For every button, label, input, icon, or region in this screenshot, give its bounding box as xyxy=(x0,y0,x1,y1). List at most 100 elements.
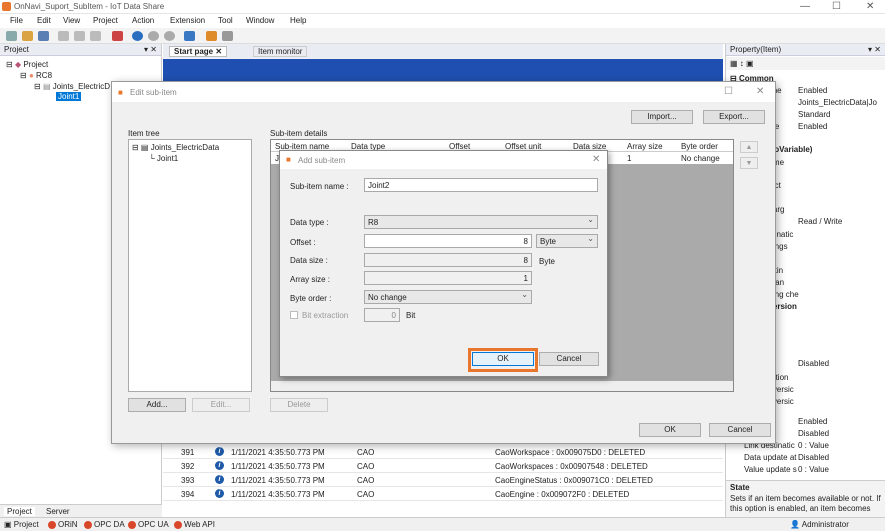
offset-label: Offset : xyxy=(290,238,316,247)
status-bar: ▣ Project ORiN OPC DA OPC UA Web API 👤 A… xyxy=(0,517,885,531)
status-opc-da[interactable]: OPC DA xyxy=(84,520,125,529)
byte-order-select[interactable]: No change xyxy=(364,290,532,304)
item-icon: ▤ xyxy=(42,82,51,91)
project-pane-header: Project ▾ ✕ xyxy=(0,44,161,56)
info-icon: i xyxy=(215,461,224,470)
tree-project[interactable]: ⊟ ◆ Project xyxy=(6,60,48,69)
menu-edit[interactable]: Edit xyxy=(37,16,51,25)
dialog-icon: ■ xyxy=(286,155,291,164)
menu-extension[interactable]: Extension xyxy=(170,16,205,25)
stop-icon[interactable] xyxy=(164,31,175,41)
maximize-icon[interactable]: ☐ xyxy=(724,86,733,97)
menu-tool[interactable]: Tool xyxy=(218,16,233,25)
close-icon[interactable]: ✕ xyxy=(866,1,874,12)
property-toolbar: ▦ ↕ ▣ xyxy=(726,57,885,70)
maximize-icon[interactable]: ☐ xyxy=(832,1,841,12)
tab-start-page[interactable]: Start page ✕ xyxy=(169,46,228,57)
tree-joint1[interactable]: Joint1 xyxy=(56,92,82,101)
move-up-button: ▲ xyxy=(740,141,758,153)
horizontal-scrollbar[interactable] xyxy=(271,381,733,391)
bit-extraction-checkbox xyxy=(290,311,298,319)
sort-icon[interactable]: ▦ ↕ ▣ xyxy=(730,59,754,68)
tab-item-monitor[interactable]: Item monitor xyxy=(253,46,308,57)
add-dialog-titlebar: ■ Add sub-item ✕ xyxy=(280,151,607,169)
item-tree: ⊟ ▤ Joints_ElectricData └ Joint1 xyxy=(128,139,252,392)
edit-cancel-button[interactable]: Cancel xyxy=(709,423,771,437)
tool-icon[interactable] xyxy=(206,31,217,41)
delete-button: Delete xyxy=(270,398,328,412)
tree-joints-electricdata[interactable]: ⊟ ▤ Joints_ElectricData xyxy=(132,143,219,152)
paste-icon[interactable] xyxy=(90,31,101,41)
offset-input[interactable]: 8 xyxy=(364,234,532,248)
info-icon: i xyxy=(215,447,224,456)
play-icon[interactable] xyxy=(132,31,143,41)
new-icon[interactable] xyxy=(6,31,17,41)
delete-icon[interactable] xyxy=(112,31,123,41)
doc-tabbar: Start page ✕ Item monitor xyxy=(163,44,723,58)
data-type-select[interactable]: R8 xyxy=(364,215,598,229)
data-size-label: Data size : xyxy=(290,256,328,265)
dialog-icon: ■ xyxy=(118,88,123,97)
open-icon[interactable] xyxy=(22,31,33,41)
menu-bar: File Edit View Project Action Extension … xyxy=(0,14,885,28)
title-bar: OnNavi_Suport_SubItem - IoT Data Share —… xyxy=(0,0,885,14)
monitor-icon[interactable] xyxy=(184,31,195,41)
save-icon[interactable] xyxy=(38,31,49,41)
status-web-api[interactable]: Web API xyxy=(174,520,215,529)
bit-unit: Bit xyxy=(406,311,416,320)
add-ok-button[interactable]: OK xyxy=(472,352,534,366)
status-opc-ua[interactable]: OPC UA xyxy=(128,520,169,529)
details-label: Sub-item details xyxy=(270,129,328,138)
cut-icon[interactable] xyxy=(58,31,69,41)
menu-help[interactable]: Help xyxy=(290,16,306,25)
copy-icon[interactable] xyxy=(74,31,85,41)
menu-view[interactable]: View xyxy=(63,16,80,25)
add-subitem-dialog: ■ Add sub-item ✕ Sub-item name : Joint2 … xyxy=(279,150,608,377)
export-button[interactable]: Export... xyxy=(703,110,765,124)
edit-ok-button[interactable]: OK xyxy=(639,423,701,437)
item-tree-label: Item tree xyxy=(128,129,160,138)
app-icon xyxy=(2,2,11,11)
robot-icon: ● xyxy=(28,71,34,80)
project-icon: ◆ xyxy=(14,60,22,69)
offset-unit-select[interactable]: Byte xyxy=(536,234,598,248)
status-user: 👤 Administrator xyxy=(790,520,849,529)
tab-server[interactable]: Server xyxy=(46,507,70,516)
menu-file[interactable]: File xyxy=(10,16,23,25)
table-row: 394 i 1/11/2021 4:35:50.773 PM CAO CaoEngine… xyxy=(163,487,723,501)
property-description: State Sets if an item becomes available … xyxy=(726,480,885,517)
close-icon[interactable]: ✕ xyxy=(756,86,764,97)
toolbar xyxy=(0,28,885,44)
array-size-label: Array size : xyxy=(290,275,331,284)
add-button[interactable]: Add... xyxy=(128,398,186,412)
tree-joint1[interactable]: └ Joint1 xyxy=(149,154,178,163)
property-pane-header: Property(Item) ▾ ✕ xyxy=(726,44,885,56)
tree-joints[interactable]: ⊟ ▤ Joints_ElectricD xyxy=(34,82,110,91)
menu-project[interactable]: Project xyxy=(93,16,118,25)
edit-dialog-titlebar: ■ Edit sub-item ☐ ✕ xyxy=(112,82,775,102)
minimize-icon[interactable]: — xyxy=(800,1,810,12)
import-button[interactable]: Import... xyxy=(631,110,693,124)
close-icon[interactable]: ✕ xyxy=(592,154,600,165)
byte-order-label: Byte order : xyxy=(290,294,332,303)
menu-window[interactable]: Window xyxy=(246,16,274,25)
log-list: 391 i 1/11/2021 4:35:50.773 PM CAO CaoWorksp… xyxy=(163,444,723,517)
add-dialog-title: Add sub-item xyxy=(298,156,346,165)
table-row: 392 i 1/11/2021 4:35:50.773 PM CAO CaoWorksp… xyxy=(163,459,723,473)
table-row: 393 i 1/11/2021 4:35:50.773 PM CAO CaoEngine… xyxy=(163,473,723,487)
add-cancel-button[interactable]: Cancel xyxy=(539,352,599,366)
status-project[interactable]: ▣ Project xyxy=(4,520,39,529)
name-label: Sub-item name : xyxy=(290,182,349,191)
tab-project[interactable]: Project xyxy=(4,507,35,516)
edit-button: Edit... xyxy=(192,398,250,412)
info-icon: i xyxy=(215,489,224,498)
name-input[interactable]: Joint2 xyxy=(364,178,598,192)
status-orin[interactable]: ORiN xyxy=(48,520,78,529)
settings-icon[interactable] xyxy=(222,31,233,41)
data-size-field: 8 xyxy=(364,253,532,267)
menu-action[interactable]: Action xyxy=(132,16,154,25)
tree-rc8[interactable]: ⊟ ● RC8 xyxy=(20,71,52,80)
pause-icon[interactable] xyxy=(148,31,159,41)
window-title: OnNavi_Suport_SubItem - IoT Data Share xyxy=(14,2,165,11)
data-type-label: Data type : xyxy=(290,218,329,227)
